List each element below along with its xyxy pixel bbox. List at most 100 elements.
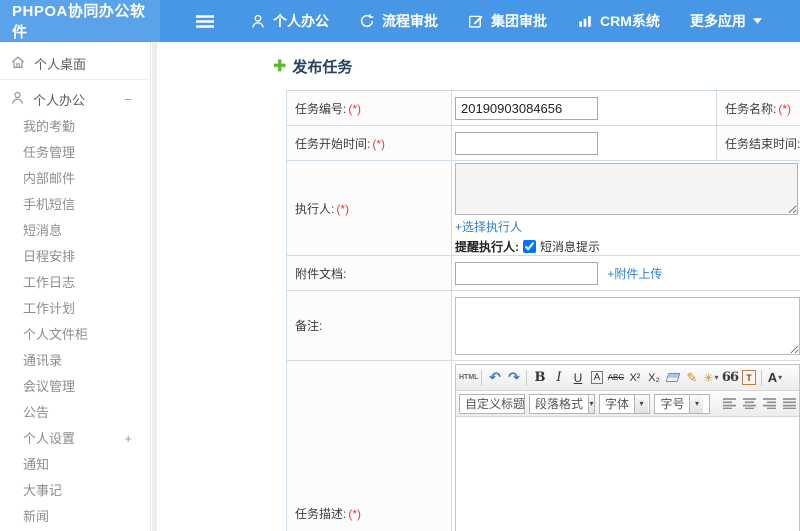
remind-executor-label: 提醒执行人: xyxy=(455,240,519,254)
sidebar-item-internal-mail[interactable]: 内部邮件 xyxy=(0,166,150,192)
hamburger-menu-icon[interactable] xyxy=(196,14,214,28)
sidebar-item-meeting-management[interactable]: 会议管理 xyxy=(0,374,150,400)
sidebar-item-my-attendance[interactable]: 我的考勤 xyxy=(0,114,150,140)
font-size-select[interactable]: 字号 ▾ xyxy=(654,393,710,414)
font-border-button[interactable]: A xyxy=(587,368,606,388)
task-number-cell xyxy=(451,90,717,126)
collapse-toggle-icon[interactable]: − xyxy=(124,92,132,107)
executor-textarea[interactable] xyxy=(455,163,798,215)
executor-label-cell: 执行人: (*) xyxy=(286,160,452,256)
end-time-label-cell: 任务结束时间:(*) xyxy=(716,125,800,161)
sidebar-item-desktop[interactable]: 个人桌面 xyxy=(0,47,150,80)
justify-center-icon[interactable] xyxy=(743,398,756,409)
remark-textarea[interactable] xyxy=(455,296,800,355)
task-desc-label-cell: 任务描述: (*) xyxy=(286,360,452,531)
sidebar-item-personal-office[interactable]: 个人办公 − xyxy=(0,84,150,114)
nav-personal-office[interactable]: 个人办公 xyxy=(250,11,329,31)
paragraph-format-select[interactable]: 段落格式 ▾ xyxy=(529,393,595,414)
sms-tip-checkbox[interactable] xyxy=(523,240,536,253)
sms-tip-label: 短消息提示 xyxy=(540,240,601,254)
sidebar-item-announcement[interactable]: 公告 xyxy=(0,400,150,426)
format-match-icon[interactable]: ✳ ▾ xyxy=(701,368,720,388)
caret-down-icon: ▾ xyxy=(588,394,594,413)
attachment-input[interactable] xyxy=(455,261,598,285)
editor-content-area[interactable] xyxy=(456,417,799,531)
add-task-icon: ✚ xyxy=(273,58,287,75)
font-color-button[interactable]: A ▾ xyxy=(765,368,784,388)
sidebar-item-personal-settings[interactable]: 个人设置 + xyxy=(0,426,150,452)
toolbar-separator xyxy=(481,369,483,386)
nav-workflow-approval[interactable]: 流程审批 xyxy=(359,11,438,31)
undo-icon[interactable]: ↶ xyxy=(485,368,504,388)
sidebar: 个人桌面 个人办公 − 我的考勤 任务管理 内部邮件 手机短信 短消息 日程安排… xyxy=(0,42,151,531)
paste-text-icon[interactable]: T xyxy=(739,368,758,388)
executor-cell: +选择执行人 提醒执行人: 短消息提示 xyxy=(451,160,800,256)
sidebar-item-short-message[interactable]: 短消息 xyxy=(0,218,150,244)
nav-crm-system[interactable]: CRM系统 xyxy=(577,11,660,31)
blockquote-button[interactable]: 66 xyxy=(720,368,739,388)
italic-button[interactable]: I xyxy=(549,368,568,388)
sidebar-item-task-management[interactable]: 任务管理 xyxy=(0,140,150,166)
task-number-label-cell: 任务编号: (*) xyxy=(286,90,452,126)
sidebar-item-schedule[interactable]: 日程安排 xyxy=(0,244,150,270)
sidebar-item-label: 个人桌面 xyxy=(34,56,87,72)
sidebar-item-contacts[interactable]: 通讯录 xyxy=(0,348,150,374)
top-bar: PHPOA协同办公软件 个人办公 流程审批 集团审批 CRM系统 更多应用 xyxy=(0,0,800,42)
subscript-button[interactable]: X₂ xyxy=(644,368,663,388)
start-time-label-cell: 任务开始时间: (*) xyxy=(286,125,452,161)
editor-toolbar-row-1: HTML ↶ ↷ B I U A ABC X² X₂ ✎ ✳ ▾ 66 T A … xyxy=(456,365,799,391)
home-icon xyxy=(10,54,26,73)
justify-left-icon[interactable] xyxy=(723,398,736,409)
sidebar-item-mobile-sms[interactable]: 手机短信 xyxy=(0,192,150,218)
sidebar-item-memorabilia[interactable]: 大事记 xyxy=(0,478,150,504)
rich-text-editor: HTML ↶ ↷ B I U A ABC X² X₂ ✎ ✳ ▾ 66 T A … xyxy=(455,364,800,531)
sidebar-item-file-cabinet[interactable]: 个人文件柜 xyxy=(0,322,150,348)
edit-icon xyxy=(468,13,484,29)
history-icon xyxy=(359,13,375,29)
nav-label: CRM系统 xyxy=(600,13,660,29)
justify-right-icon[interactable] xyxy=(763,398,776,409)
toolbar-separator xyxy=(526,369,528,386)
remark-label-cell: 备注: xyxy=(286,290,452,361)
start-time-input[interactable] xyxy=(455,131,598,155)
toolbar-separator xyxy=(761,369,763,386)
editor-toolbar-row-2: 自定义标题▾ 段落格式▾ 字体▾ 字号▾ xyxy=(456,391,799,417)
top-nav: 个人办公 流程审批 集团审批 CRM系统 更多应用 xyxy=(250,11,792,31)
html-source-button[interactable]: HTML xyxy=(459,368,478,388)
remark-cell xyxy=(451,290,800,361)
page-title: ✚ 发布任务 xyxy=(273,55,800,77)
font-family-select[interactable]: 字体 ▾ xyxy=(599,393,651,414)
superscript-button[interactable]: X² xyxy=(625,368,644,388)
expand-toggle-icon[interactable]: + xyxy=(124,426,132,452)
sidebar-item-news[interactable]: 新闻 xyxy=(0,504,150,530)
start-time-cell xyxy=(451,125,717,161)
choose-executor-link[interactable]: +选择执行人 xyxy=(455,220,522,234)
attachment-upload-link[interactable]: +附件上传 xyxy=(607,267,662,281)
custom-title-select[interactable]: 自定义标题▾ xyxy=(459,393,536,414)
bold-button[interactable]: B xyxy=(530,368,549,388)
nav-label: 更多应用 xyxy=(689,13,746,29)
task-number-input[interactable] xyxy=(455,96,598,120)
redo-icon[interactable]: ↷ xyxy=(504,368,523,388)
bar-chart-icon xyxy=(577,13,593,29)
justify-full-icon[interactable] xyxy=(783,398,796,409)
app-logo: PHPOA协同办公软件 xyxy=(0,0,160,42)
sidebar-item-work-plan[interactable]: 工作计划 xyxy=(0,296,150,322)
task-name-label-cell: 任务名称: (*) xyxy=(716,90,800,126)
nav-more-apps[interactable]: 更多应用 xyxy=(690,11,762,31)
nav-label: 集团审批 xyxy=(491,13,547,29)
strikethrough-button[interactable]: ABC xyxy=(606,368,625,388)
user-icon xyxy=(250,13,266,30)
task-desc-cell: HTML ↶ ↷ B I U A ABC X² X₂ ✎ ✳ ▾ 66 T A … xyxy=(451,360,800,531)
publish-task-form: 任务编号:(*) 任务名称:(*) 任务开始时间:(*) 任务结束时间:(*) … xyxy=(286,90,800,531)
sidebar-item-work-log[interactable]: 工作日志 xyxy=(0,270,150,296)
caret-down-icon: ▾ xyxy=(689,394,704,413)
attachment-cell: +附件上传 xyxy=(451,255,800,291)
format-brush-icon[interactable]: ✎ xyxy=(682,368,701,388)
sidebar-item-notice[interactable]: 通知 xyxy=(0,452,150,478)
underline-button[interactable]: U xyxy=(568,368,587,388)
page-title-text: 发布任务 xyxy=(292,58,353,76)
eraser-icon[interactable] xyxy=(663,368,682,388)
caret-down-icon xyxy=(752,18,762,24)
nav-group-approval[interactable]: 集团审批 xyxy=(468,11,547,31)
